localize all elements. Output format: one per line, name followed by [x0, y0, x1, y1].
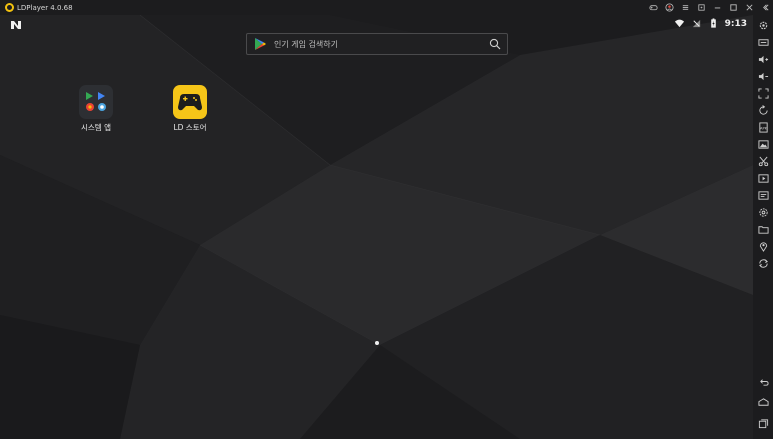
scissors-icon[interactable]	[757, 155, 769, 167]
account-icon[interactable]	[661, 0, 677, 15]
keyboard-icon[interactable]	[757, 36, 769, 48]
sync-icon[interactable]	[757, 206, 769, 218]
search-bar[interactable]: 인기 게임 검색하기	[246, 33, 508, 55]
app-label: LD 스토어	[173, 123, 207, 132]
play-store-icon	[255, 38, 266, 50]
volume-down-icon[interactable]	[757, 70, 769, 82]
app-ld-store[interactable]: LD 스토어	[160, 85, 220, 133]
install-apk-icon[interactable]: APK	[757, 121, 769, 133]
rotate-icon[interactable]	[757, 104, 769, 116]
home-icon[interactable]	[757, 396, 769, 408]
search-input[interactable]: 인기 게임 검색하기	[274, 39, 489, 50]
wallpaper	[0, 15, 753, 439]
search-icon[interactable]	[489, 38, 501, 50]
minimize-icon[interactable]	[709, 0, 725, 15]
android-home-screen[interactable]: 9:13 인기 게임 검색하기 시스템 앱 LD 스토어	[0, 15, 753, 439]
ld-store-icon	[173, 85, 207, 119]
status-bar: 9:13	[674, 18, 747, 29]
close-icon[interactable]	[741, 0, 757, 15]
system-apps-folder-icon	[79, 85, 113, 119]
screenshot-icon[interactable]	[757, 138, 769, 150]
title-bar: LDPlayer 4.0.68	[0, 0, 773, 15]
notification-n-icon	[11, 21, 21, 29]
clock: 9:13	[724, 18, 747, 29]
side-toolbar: APK	[753, 15, 773, 439]
maximize-icon[interactable]	[725, 0, 741, 15]
svg-text:APK: APK	[759, 126, 767, 130]
multi-instance-icon[interactable]	[757, 189, 769, 201]
folder-icon[interactable]	[757, 223, 769, 235]
app-label: 시스템 앱	[81, 123, 111, 132]
window-title: LDPlayer 4.0.68	[17, 3, 73, 12]
page-indicator	[375, 341, 379, 345]
recent-apps-icon[interactable]	[757, 417, 769, 429]
settings-icon[interactable]	[757, 19, 769, 31]
battery-icon	[710, 18, 716, 28]
export-icon[interactable]	[693, 0, 709, 15]
location-icon[interactable]	[757, 240, 769, 252]
gamepad-icon[interactable]	[645, 0, 661, 15]
app-system-apps[interactable]: 시스템 앱	[66, 85, 126, 133]
ldplayer-logo-icon	[5, 3, 14, 12]
back-icon[interactable]	[757, 375, 769, 387]
fullscreen-icon[interactable]	[757, 87, 769, 99]
collapse-icon[interactable]	[757, 0, 773, 15]
menu-icon[interactable]	[677, 0, 693, 15]
refresh-icon[interactable]	[757, 257, 769, 269]
record-icon[interactable]	[757, 172, 769, 184]
volume-up-icon[interactable]	[757, 53, 769, 65]
signal-icon	[692, 19, 700, 28]
wifi-icon	[674, 19, 684, 28]
